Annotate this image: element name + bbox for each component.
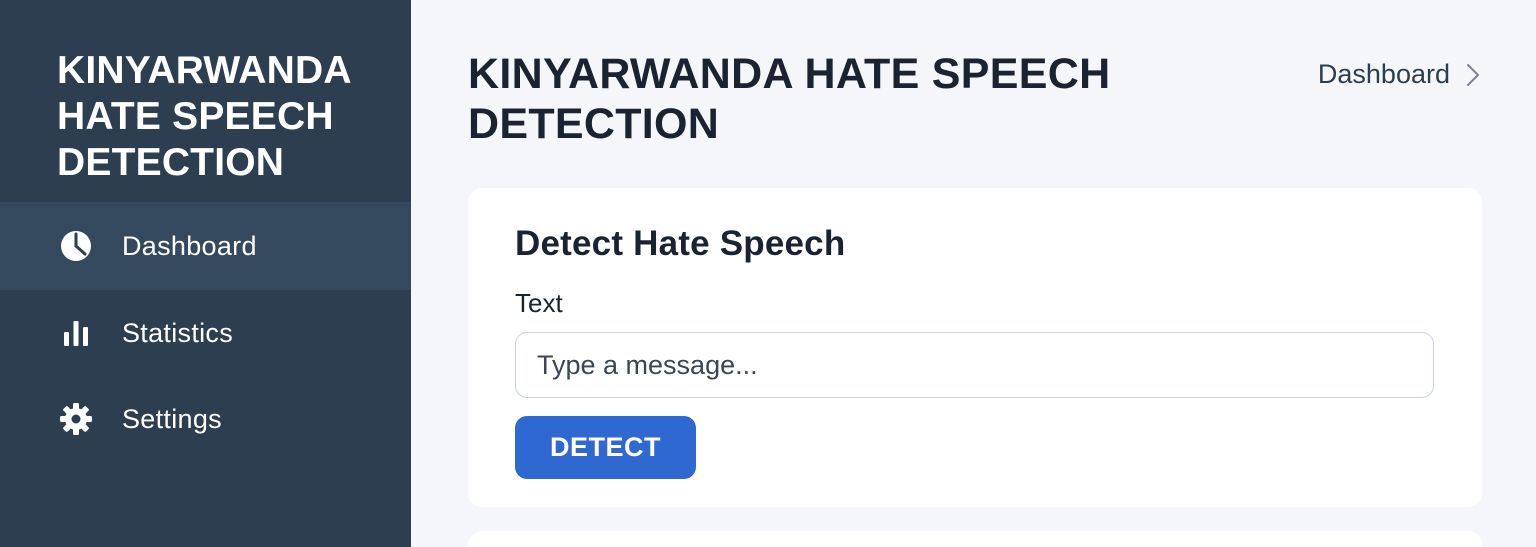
sidebar: KINYARWANDA HATE SPEECH DETECTION Dashbo…: [0, 0, 411, 547]
sidebar-nav: Dashboard Statistics Settings: [0, 202, 411, 462]
message-input[interactable]: [515, 332, 1434, 398]
breadcrumb-item-dashboard[interactable]: Dashboard: [1318, 59, 1450, 90]
page-title: KINYARWANDA HATE SPEECH DETECTION: [468, 50, 1111, 148]
detect-card: Detect Hate Speech Text DETECT: [468, 188, 1482, 507]
sidebar-item-label: Settings: [122, 403, 222, 434]
text-field-label: Text: [515, 288, 563, 318]
chevron-right-icon: [1467, 63, 1479, 86]
main-content: KINYARWANDA HATE SPEECH DETECTION Dashbo…: [411, 0, 1536, 547]
card-title: Detect Hate Speech: [515, 224, 846, 263]
sidebar-item-dashboard[interactable]: Dashboard: [0, 202, 411, 290]
app-root: KINYARWANDA HATE SPEECH DETECTION Dashbo…: [0, 0, 1536, 547]
sidebar-item-label: Dashboard: [122, 230, 257, 261]
page-header: KINYARWANDA HATE SPEECH DETECTION Dashbo…: [468, 0, 1482, 188]
breadcrumb[interactable]: Dashboard: [1318, 59, 1480, 90]
sidebar-brand: KINYARWANDA HATE SPEECH DETECTION: [57, 49, 351, 184]
dashboard-clock-icon: [58, 228, 94, 264]
detect-button[interactable]: DETECT: [515, 416, 696, 479]
sidebar-item-settings[interactable]: Settings: [0, 376, 411, 462]
sidebar-item-label: Statistics: [122, 317, 234, 348]
gear-icon: [58, 401, 94, 437]
bar-chart-icon: [58, 315, 94, 351]
sidebar-item-statistics[interactable]: Statistics: [0, 290, 411, 376]
secondary-card: [468, 531, 1482, 547]
